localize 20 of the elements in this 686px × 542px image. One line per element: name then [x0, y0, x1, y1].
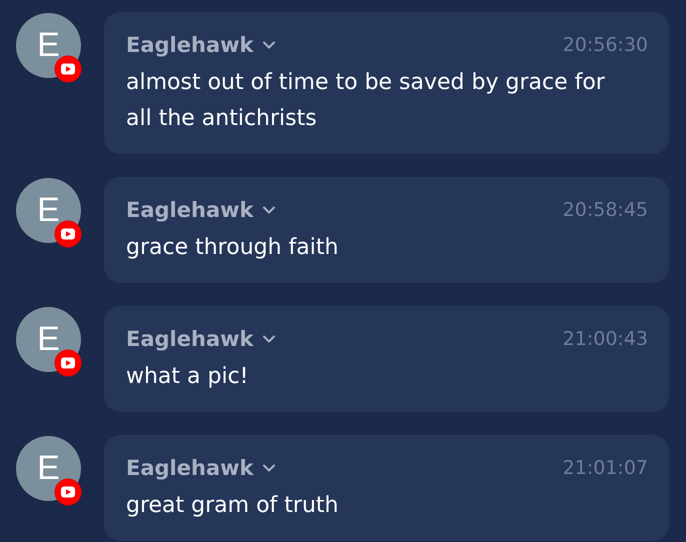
- video-platform-icon: [54, 220, 82, 248]
- chevron-down-icon[interactable]: [262, 40, 276, 50]
- author-name[interactable]: Eaglehawk: [126, 33, 254, 57]
- message-text: what a pic!: [126, 363, 250, 391]
- message-text: great gram of truth: [126, 492, 340, 520]
- chevron-down-icon[interactable]: [262, 334, 276, 344]
- video-platform-icon: [54, 349, 82, 377]
- video-platform-icon: [54, 55, 82, 83]
- author-name[interactable]: Eaglehawk: [126, 456, 254, 480]
- chevron-down-icon[interactable]: [262, 205, 276, 215]
- timestamp: 21:00:43: [562, 328, 648, 350]
- timestamp: 20:58:45: [562, 199, 648, 221]
- message-text: almost out of time to be saved by grace for all the antichrists: [126, 69, 606, 133]
- timestamp: 20:56:30: [562, 34, 648, 56]
- timestamp: 21:01:07: [562, 457, 648, 479]
- video-platform-icon: [54, 478, 82, 506]
- author-name[interactable]: Eaglehawk: [126, 198, 254, 222]
- message-text: grace through faith: [126, 234, 340, 262]
- chevron-down-icon[interactable]: [262, 463, 276, 473]
- author-name[interactable]: Eaglehawk: [126, 327, 254, 351]
